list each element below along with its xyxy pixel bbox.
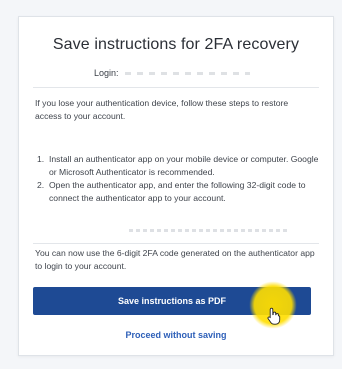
divider xyxy=(33,243,319,244)
secret-code-redacted xyxy=(129,229,289,232)
step-number: 2. xyxy=(37,180,45,190)
dialog-title: Save instructions for 2FA recovery xyxy=(52,36,300,53)
step-text: Install an authenticator app on your mob… xyxy=(49,154,319,177)
divider xyxy=(33,87,319,88)
save-2fa-instructions-dialog: Save instructions for 2FA recovery Login… xyxy=(18,16,334,356)
login-value-redacted xyxy=(125,72,251,76)
proceed-without-saving-link[interactable]: Proceed without saving xyxy=(19,330,333,340)
intro-text: If you lose your authentication device, … xyxy=(35,98,289,121)
step-text: Open the authenticator app, and enter th… xyxy=(49,180,306,203)
login-label: Login: xyxy=(94,68,119,78)
step-item: 2. Open the authenticator app, and enter… xyxy=(35,179,320,204)
step-number: 1. xyxy=(37,154,45,164)
outro-text: You can now use the 6-digit 2FA code gen… xyxy=(35,248,315,271)
steps-list: 1. Install an authenticator app on your … xyxy=(35,153,320,205)
step-item: 1. Install an authenticator app on your … xyxy=(35,153,320,178)
login-row: Login: xyxy=(94,68,251,78)
save-instructions-pdf-button[interactable]: Save instructions as PDF xyxy=(33,287,311,315)
